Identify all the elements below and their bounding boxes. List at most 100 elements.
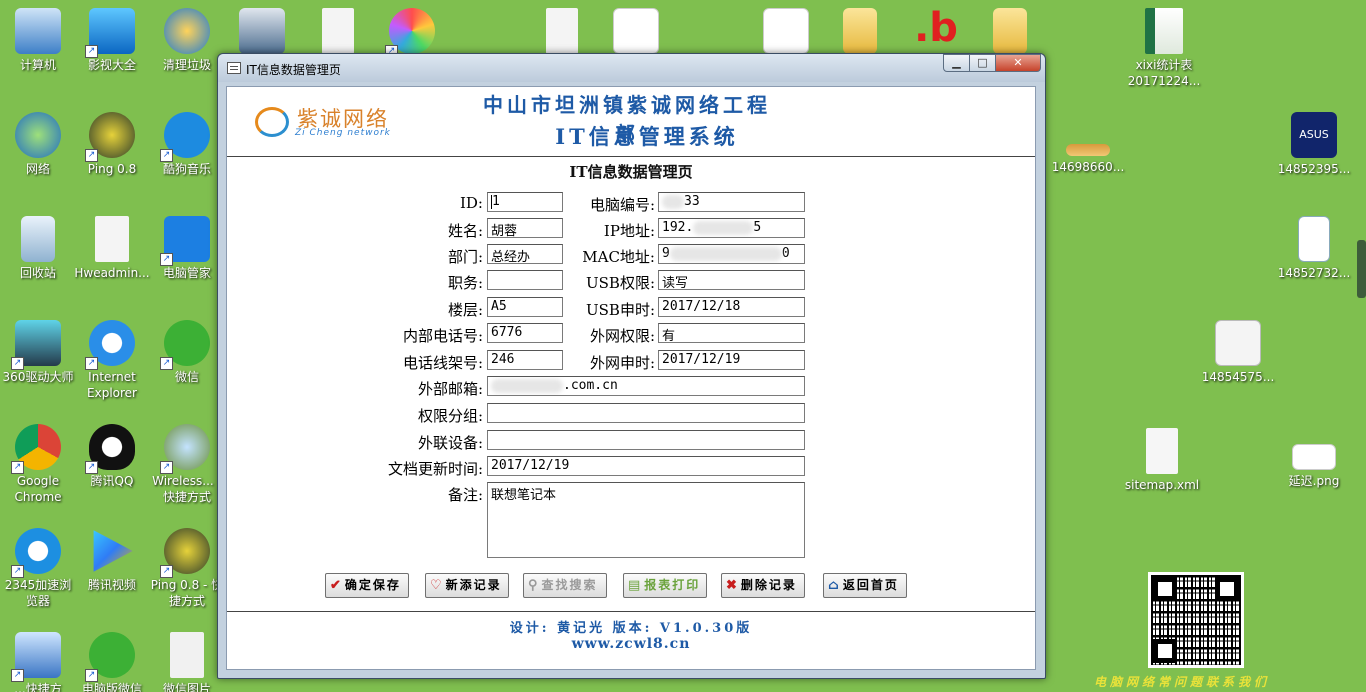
- mac-field[interactable]: 90: [658, 244, 805, 264]
- image-icon: [1066, 144, 1110, 156]
- maximize-button[interactable]: □: [969, 54, 996, 72]
- usb-perm-field[interactable]: 读写: [658, 270, 805, 290]
- rack-no-field[interactable]: 246: [487, 350, 563, 370]
- form-footer: 设计: 黄记光 版本: V1.0.30版 www.zcwl8.cn: [227, 611, 1035, 671]
- design-credit: 设计: 黄记光 版本: V1.0.30版: [509, 621, 753, 636]
- print-report-button[interactable]: ▤ 报表打印: [623, 573, 707, 598]
- save-button[interactable]: ✔ 确定保存: [325, 573, 409, 598]
- desktop-icon[interactable]: 延迟.png: [1272, 436, 1356, 489]
- ext-device-field[interactable]: [487, 430, 805, 450]
- desktop-icon[interactable]: [524, 8, 600, 57]
- desktop-icon[interactable]: Hweadmin...: [74, 216, 150, 281]
- system-name: IT信息管理系统: [555, 124, 739, 149]
- desktop-icon[interactable]: 14854575...: [1196, 320, 1280, 385]
- page-title: IT信息数据管理页: [569, 163, 693, 181]
- desktop-icon[interactable]: 微信图片: [149, 632, 225, 692]
- monitor-icon: [239, 8, 285, 54]
- asus-icon: ASUS: [1291, 112, 1337, 158]
- desktop-icon[interactable]: [300, 8, 376, 57]
- desktop-icon[interactable]: ↗ Google Chrome: [0, 424, 76, 505]
- desktop-icon[interactable]: ↗ Internet Explorer: [74, 320, 150, 401]
- ip-field[interactable]: 192. 5: [658, 218, 805, 238]
- image-icon: [763, 8, 809, 54]
- desktop-icon[interactable]: ↗ Wireless... - 快捷方式: [149, 424, 225, 505]
- redacted-mark: [669, 246, 782, 261]
- shield-icon: ↗: [160, 216, 210, 266]
- desktop-icon[interactable]: ↗ 影视大全: [74, 8, 150, 73]
- add-record-button[interactable]: ♡ 新添记录: [425, 573, 509, 598]
- desktop-icon[interactable]: 腾讯视频: [74, 528, 150, 593]
- desktop-icon[interactable]: [972, 8, 1048, 57]
- desktop-icon[interactable]: ↗: [374, 8, 450, 58]
- website-link[interactable]: www.zcwl8.cn: [227, 636, 1035, 652]
- desktop-icon[interactable]: 网络: [0, 112, 76, 177]
- desktop-icon[interactable]: ↗ 电脑管家: [149, 216, 225, 281]
- desktop-icon[interactable]: ↗ Ping 0.8 - 快捷方式: [149, 528, 225, 609]
- desktop-icon[interactable]: .b: [898, 8, 974, 57]
- minimize-button[interactable]: ▁: [943, 54, 970, 72]
- desktop-icon[interactable]: ASUS 14852395...: [1272, 112, 1356, 177]
- name-field[interactable]: 胡蓉: [487, 218, 563, 238]
- perm-group-field[interactable]: [487, 403, 805, 423]
- desktop-icon[interactable]: ↗ ...快捷方: [0, 632, 76, 692]
- ping-icon: ↗: [160, 528, 210, 578]
- tray-slogan: 电脑网络常问题联系我们: [1094, 675, 1271, 689]
- desktop-edge-handle[interactable]: [1357, 240, 1366, 298]
- net-perm-field[interactable]: 有: [658, 323, 805, 343]
- ie-icon: ↗: [85, 320, 135, 370]
- recycle-bin-icon: [21, 216, 55, 262]
- desktop-icon[interactable]: ↗ 360驱动大师: [0, 320, 76, 385]
- label-id: ID:: [459, 194, 483, 212]
- desktop-icon[interactable]: ↗ 微信: [149, 320, 225, 385]
- position-field[interactable]: [487, 270, 563, 290]
- close-button[interactable]: ✕: [995, 54, 1041, 72]
- excel-icon: [1145, 8, 1183, 54]
- desktop-icon[interactable]: 计算机: [0, 8, 76, 73]
- wireless-icon: ↗: [160, 424, 210, 474]
- pc-no-field[interactable]: 33: [658, 192, 805, 212]
- image-icon: [1215, 320, 1261, 366]
- search-button[interactable]: ⚲ 查找搜索: [523, 573, 607, 598]
- label-ext-device: 外联设备:: [417, 434, 483, 452]
- driver-icon: ↗: [11, 320, 61, 370]
- qr-code-image: [1148, 572, 1244, 668]
- company-logo: 紫诚网络 Zi Cheng network: [255, 101, 415, 141]
- music-icon: ↗: [160, 112, 210, 162]
- desktop-icon[interactable]: xixi统计表 20171224...: [1122, 8, 1206, 89]
- label-dept: 部门:: [447, 248, 483, 266]
- email-field[interactable]: .com.cn: [487, 376, 805, 396]
- desktop-icon[interactable]: ↗ 电脑版微信: [74, 632, 150, 692]
- label-rack-no: 电话线架号:: [402, 354, 483, 372]
- note-textarea[interactable]: 联想笔记本: [487, 482, 805, 558]
- net-date-field[interactable]: 2017/12/19: [658, 350, 805, 370]
- desktop-icon[interactable]: ↗ 2345加速浏览器: [0, 528, 76, 609]
- desktop-icon[interactable]: 回收站: [0, 216, 76, 281]
- label-net-perm: 外网权限:: [589, 327, 655, 345]
- doc-update-field[interactable]: 2017/12/19: [487, 456, 805, 476]
- delete-record-button[interactable]: ✖ 删除记录: [721, 573, 805, 598]
- network-icon: [15, 112, 61, 158]
- ext-phone-field[interactable]: 6776: [487, 323, 563, 343]
- desktop-icon[interactable]: [748, 8, 824, 57]
- desktop-icon[interactable]: [822, 8, 898, 57]
- dept-field[interactable]: 总经办: [487, 244, 563, 264]
- desktop-icon[interactable]: ↗ 腾讯QQ: [74, 424, 150, 489]
- floor-field[interactable]: A5: [487, 297, 563, 317]
- label-doc-update: 文档更新时间:: [387, 460, 483, 478]
- title-bar[interactable]: IT信息数据管理页 ▁ □ ✕: [218, 54, 1045, 82]
- desktop-icon[interactable]: ↗ Ping 0.8: [74, 112, 150, 177]
- desktop-icon[interactable]: 清理垃圾: [149, 8, 225, 73]
- id-field[interactable]: 1: [487, 192, 563, 212]
- desktop-icon[interactable]: 14852732...: [1272, 216, 1356, 281]
- redacted-mark: [491, 378, 563, 393]
- desktop-icon[interactable]: 14698660...: [1046, 128, 1130, 175]
- desktop-icon[interactable]: [598, 8, 674, 57]
- desktop-icon[interactable]: [224, 8, 300, 57]
- desktop-icon[interactable]: sitemap.xml: [1120, 428, 1204, 493]
- ping-icon: ↗: [85, 112, 135, 162]
- computer-icon: [15, 8, 61, 54]
- usb-date-field[interactable]: 2017/12/18: [658, 297, 805, 317]
- desktop-icon[interactable]: ↗ 酷狗音乐: [149, 112, 225, 177]
- document-icon: [322, 8, 354, 54]
- home-button[interactable]: ⌂ 返回首页: [823, 573, 907, 598]
